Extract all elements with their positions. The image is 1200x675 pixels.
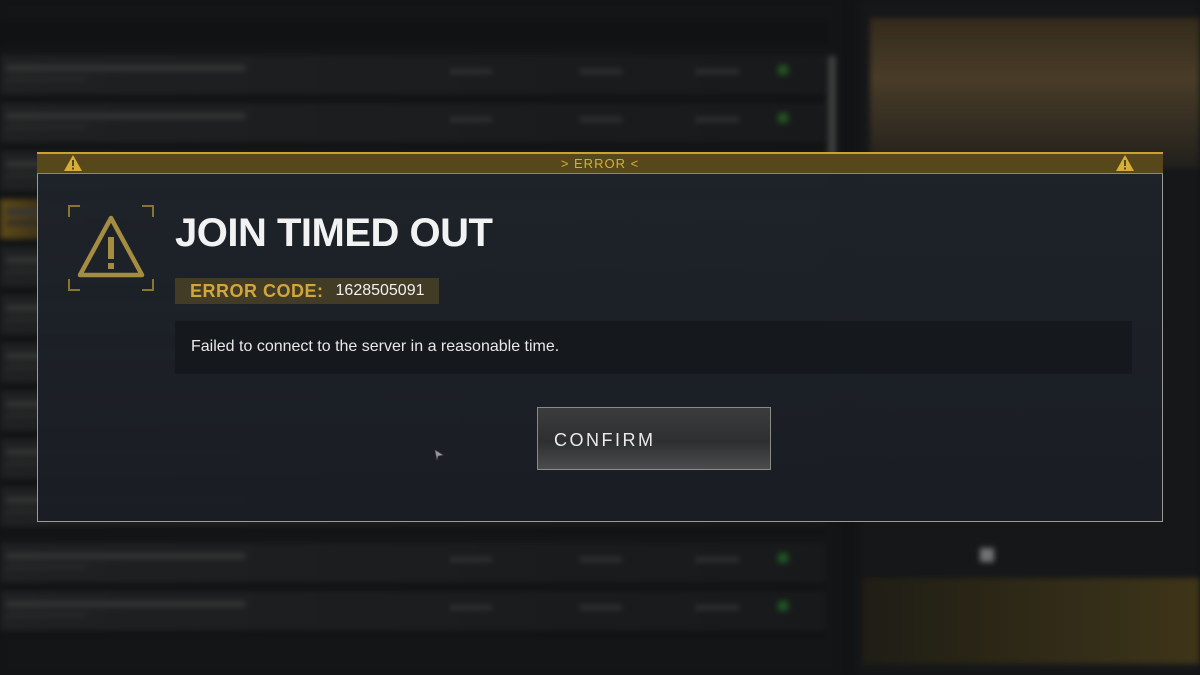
mouse-cursor-icon — [434, 448, 444, 461]
warning-icon — [1115, 154, 1135, 172]
confirm-button[interactable]: CONFIRM — [537, 407, 771, 470]
dialog-header-label: > ERROR < — [560, 156, 640, 171]
warning-icon — [68, 205, 154, 291]
error-message-box: Failed to connect to the server in a rea… — [175, 321, 1132, 374]
error-code-badge: ERROR CODE: 1628505091 — [175, 278, 439, 304]
error-code-value: 1628505091 — [335, 282, 425, 299]
error-dialog: > ERROR < JOIN TIMED OUT ERROR CODE: 162… — [37, 152, 1163, 522]
dialog-title: JOIN TIMED OUT — [175, 211, 493, 255]
confirm-button-label: CONFIRM — [554, 430, 656, 450]
dialog-header-bar: > ERROR < — [37, 152, 1163, 174]
error-message: Failed to connect to the server in a rea… — [191, 338, 560, 355]
error-code-label: ERROR CODE: — [190, 280, 324, 301]
